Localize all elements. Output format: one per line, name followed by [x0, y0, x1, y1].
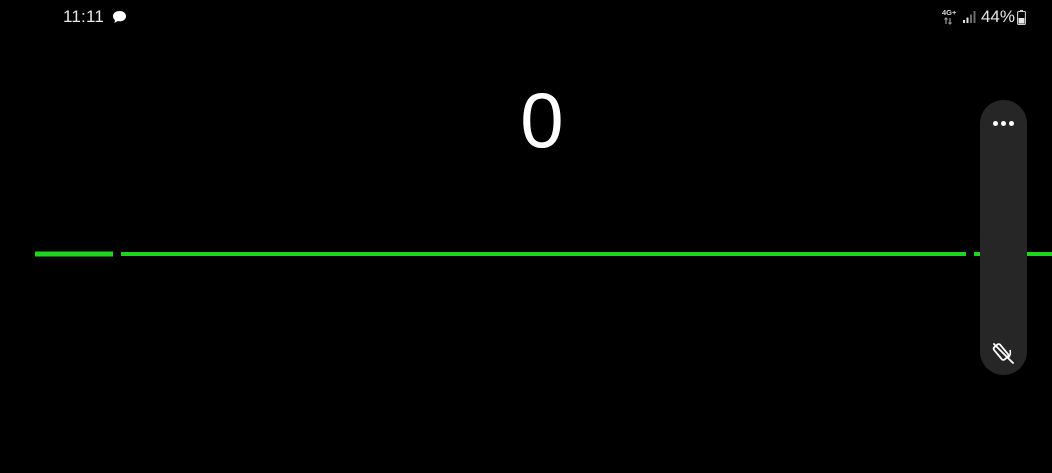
chat-bubble-icon — [113, 11, 126, 23]
signal-strength-icon — [962, 11, 976, 23]
counter-value: 0 — [520, 76, 564, 164]
more-options-button[interactable] — [984, 110, 1023, 136]
rotation-lock-off-icon[interactable] — [988, 338, 1019, 368]
more-dot — [1001, 120, 1006, 126]
network-4g-plus-icon: 4G+ — [942, 8, 957, 25]
status-time: 11:11 — [63, 7, 105, 26]
more-horizontal-icon — [993, 120, 998, 126]
trace-line — [35, 251, 1052, 257]
status-icons: 4G+ 44% — [942, 6, 1026, 28]
battery-icon — [1017, 9, 1026, 25]
more-dot — [1009, 120, 1014, 126]
floating-side-panel — [980, 100, 1027, 375]
network-label: 4G+ — [942, 8, 957, 17]
status-bar: 11:11 4G+ 44% — [0, 0, 1052, 34]
battery-percent: 44% — [980, 7, 1015, 26]
